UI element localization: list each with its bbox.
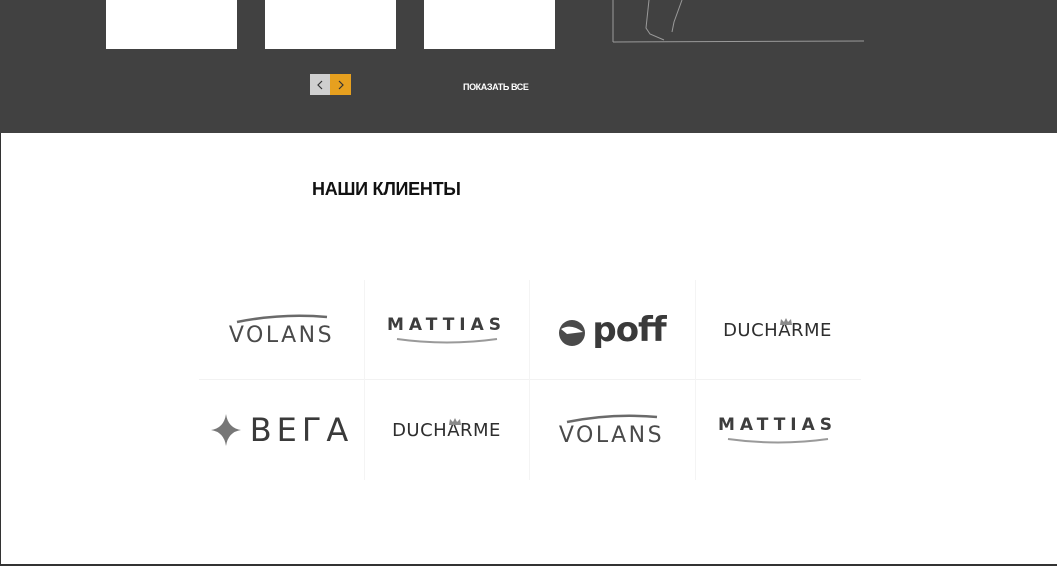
swoosh-icon — [727, 438, 828, 444]
vega-logo: ВЕГА — [210, 411, 354, 449]
next-button[interactable] — [330, 74, 351, 95]
show-all-link[interactable]: ПОКАЗАТЬ ВСЕ — [463, 82, 529, 92]
volans-logo: VOLANS — [229, 313, 334, 348]
ducharme-logo: DUCHARME — [392, 417, 501, 441]
client-logo-volans[interactable]: VOLANS — [199, 280, 364, 380]
client-logo-ducharme[interactable]: DUCHARME — [364, 380, 529, 480]
client-logo-volans[interactable]: VOLANS — [529, 380, 694, 480]
crown-icon — [780, 317, 793, 325]
crown-icon — [449, 417, 462, 425]
logo-text: ВЕГА — [249, 411, 354, 449]
frame-border — [0, 133, 1, 566]
logo-text: poff — [592, 310, 666, 350]
gallery-card[interactable] — [424, 0, 555, 49]
clients-logo-grid: VOLANS MATTIAS poff DUCHARME ВЕГА DUCHAR… — [199, 280, 861, 480]
client-logo-vega[interactable]: ВЕГА — [199, 380, 364, 480]
swoosh-icon — [396, 338, 497, 344]
poff-mark-icon — [559, 320, 586, 346]
projects-gallery-band: ПОКАЗАТЬ ВСЕ — [0, 0, 1057, 133]
previous-button[interactable] — [310, 74, 330, 95]
ducharme-logo: DUCHARME — [723, 317, 832, 341]
client-logo-poff[interactable]: poff — [529, 280, 694, 380]
line-sketch-illustration — [612, 0, 865, 43]
logo-text: MATTIAS — [386, 315, 507, 335]
mattias-logo: MATTIAS — [718, 415, 837, 445]
chevron-left-icon — [317, 80, 323, 89]
mattias-logo: MATTIAS — [387, 315, 506, 345]
client-logo-ducharme[interactable]: DUCHARME — [695, 280, 860, 380]
poff-logo: poff — [557, 310, 667, 350]
logo-text: VOLANS — [558, 422, 665, 448]
gallery-card[interactable] — [265, 0, 396, 49]
logo-text: DUCHARME — [723, 319, 832, 341]
logo-text: MATTIAS — [717, 415, 838, 435]
star-icon — [210, 414, 241, 446]
client-logo-mattias[interactable]: MATTIAS — [695, 380, 860, 480]
gallery-card[interactable] — [106, 0, 237, 49]
chevron-right-icon — [338, 80, 344, 89]
logo-text: DUCHARME — [392, 419, 501, 441]
logo-text: VOLANS — [228, 322, 335, 348]
clients-section-title: НАШИ КЛИЕНТЫ — [312, 179, 461, 199]
volans-logo: VOLANS — [559, 413, 664, 448]
gallery-pager — [310, 74, 351, 95]
client-logo-mattias[interactable]: MATTIAS — [364, 280, 529, 380]
